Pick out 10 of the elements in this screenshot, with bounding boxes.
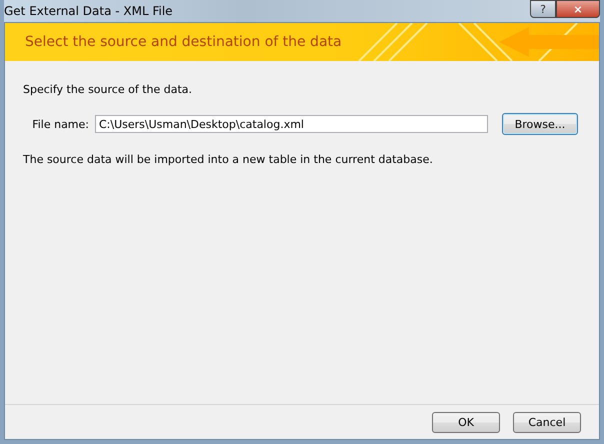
- banner-heading: Select the source and destination of the data: [25, 34, 342, 50]
- file-name-field[interactable]: C:\Users\Usman\Desktop\catalog.xml: [95, 115, 488, 133]
- cancel-button[interactable]: Cancel: [513, 412, 581, 432]
- window-title: Get External Data - XML File: [4, 4, 173, 18]
- help-button[interactable]: ?: [530, 0, 556, 18]
- info-text: The source data will be imported into a new table in the current database.: [23, 153, 434, 166]
- instruction-text: Specify the source of the data.: [23, 83, 194, 96]
- field-label: File name:: [31, 118, 89, 130]
- browse-button[interactable]: Browse...: [502, 113, 578, 135]
- ok-button[interactable]: OK: [432, 412, 500, 432]
